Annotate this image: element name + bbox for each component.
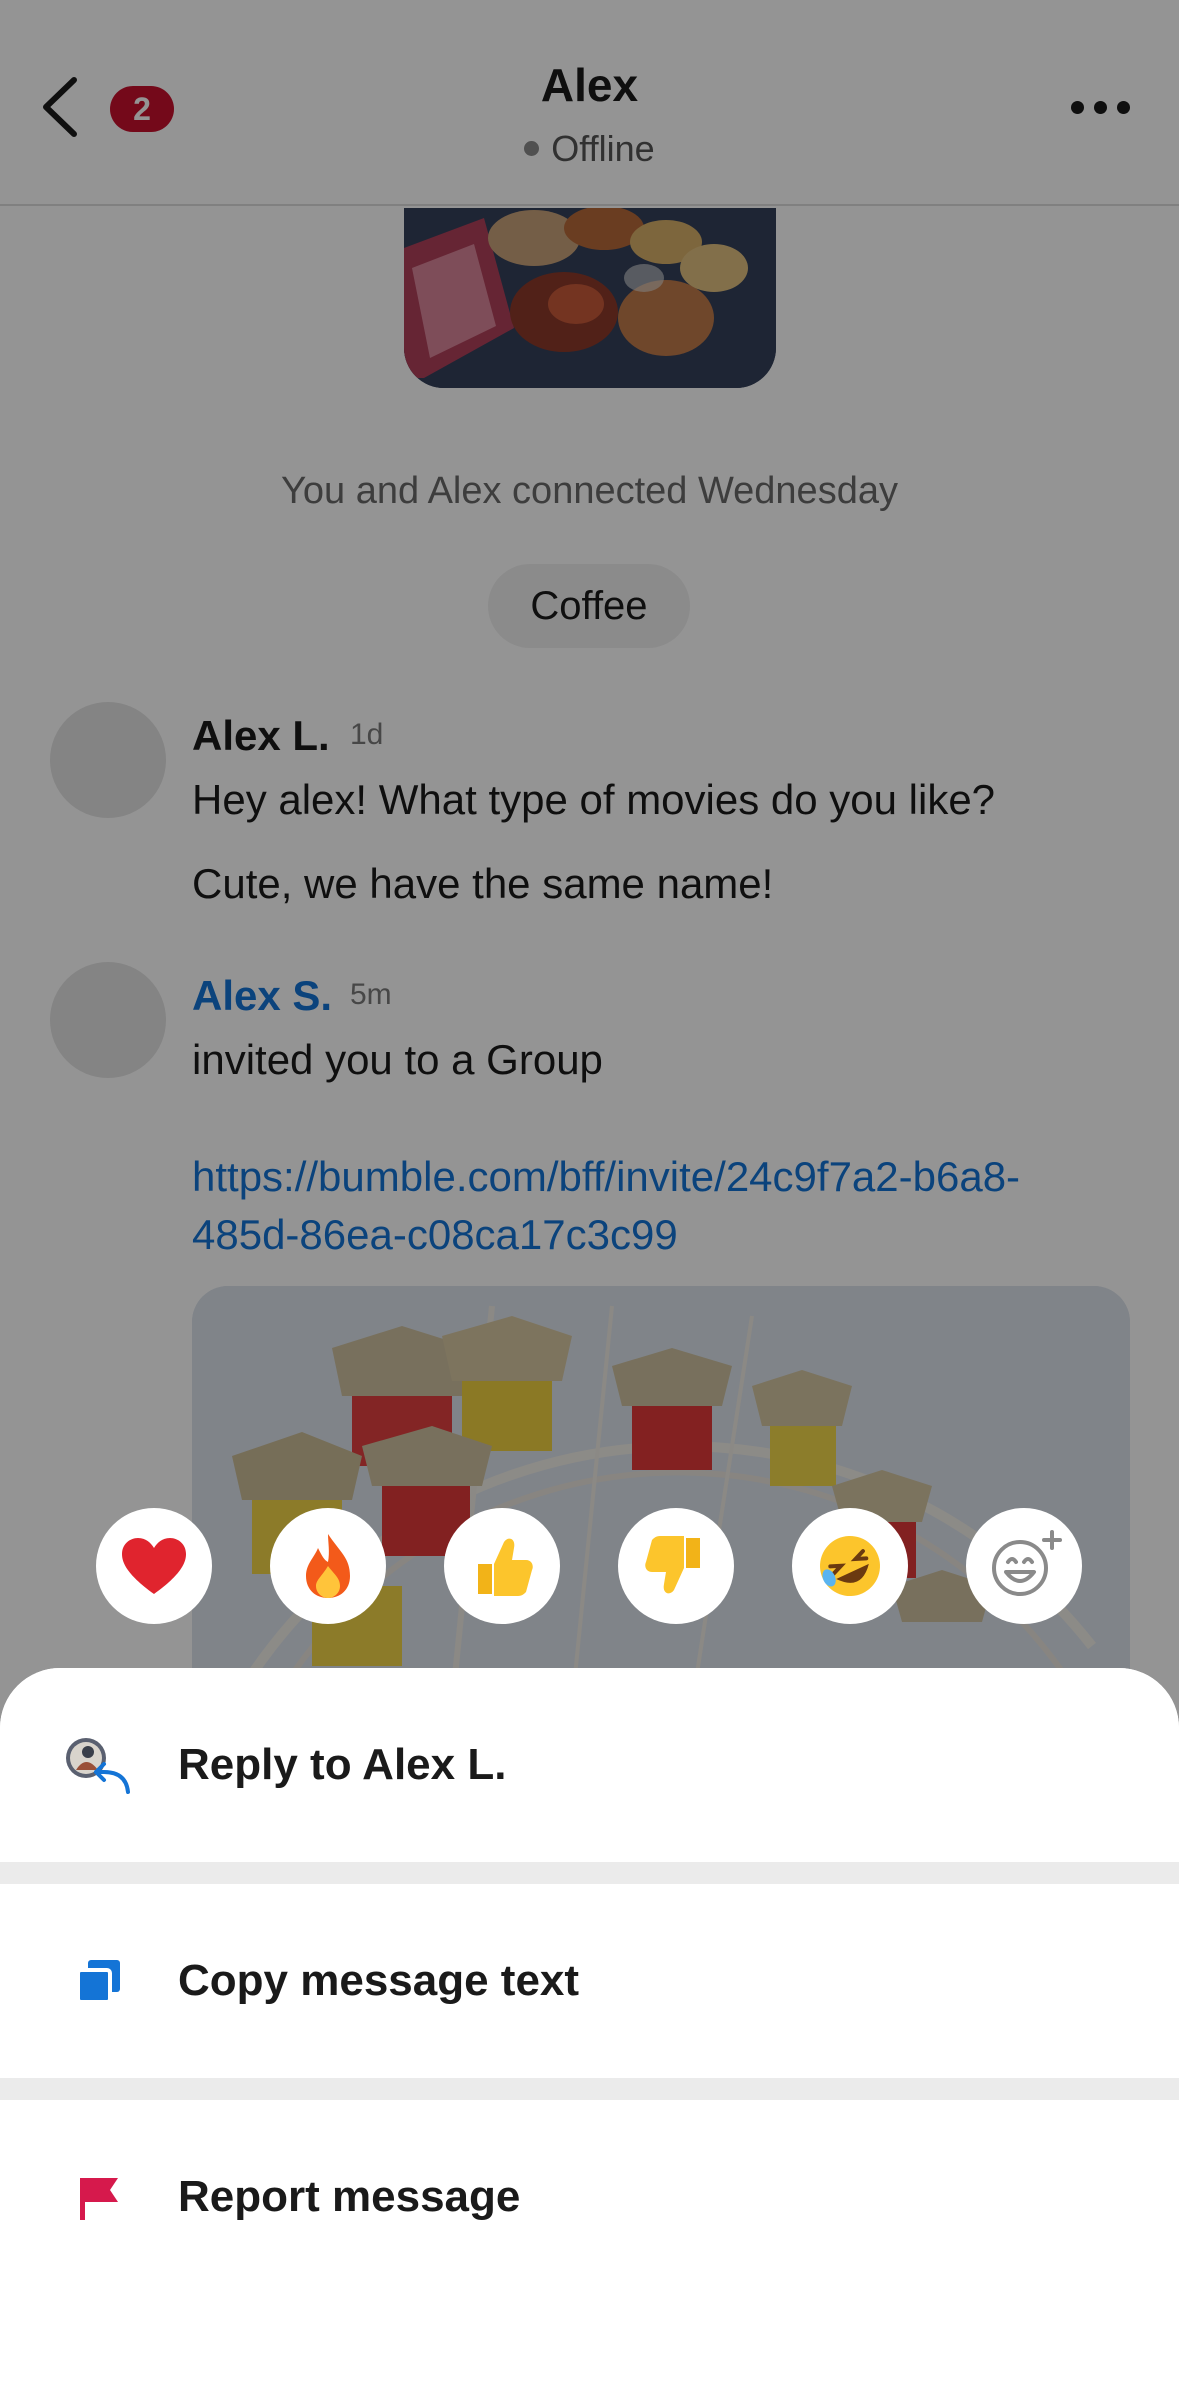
divider [0,1862,1179,1884]
report-action[interactable]: Report message [0,2100,1179,2294]
reply-action[interactable]: Reply to Alex L. [0,1668,1179,1862]
reply-label: Reply to Alex L. [178,1740,507,1789]
flag-icon [80,2178,118,2220]
thumbs-down-reaction-button[interactable] [618,1508,734,1624]
thumbs-up-reaction-button[interactable] [444,1508,560,1624]
thumbs-up-icon [478,1538,533,1596]
fire-icon [306,1534,350,1598]
copy-label: Copy message text [178,1956,580,2005]
heart-reaction-button[interactable] [96,1508,212,1624]
copy-icon [76,1960,120,2004]
reply-icon [66,1738,130,1794]
report-label: Report message [178,2172,521,2221]
message-actions-sheet: Reply to Alex L. Copy message text Repor… [0,1668,1179,2396]
reaction-bar [96,1508,1084,1624]
divider [0,2078,1179,2100]
copy-text-action[interactable]: Copy message text [0,1884,1179,2078]
rofl-reaction-button[interactable] [792,1508,908,1624]
rofl-icon [820,1536,880,1596]
add-reaction-icon [992,1530,1062,1596]
add-reaction-button[interactable] [966,1508,1082,1624]
heart-icon [122,1538,186,1594]
fire-reaction-button[interactable] [270,1508,386,1624]
thumbs-down-icon [645,1536,700,1594]
